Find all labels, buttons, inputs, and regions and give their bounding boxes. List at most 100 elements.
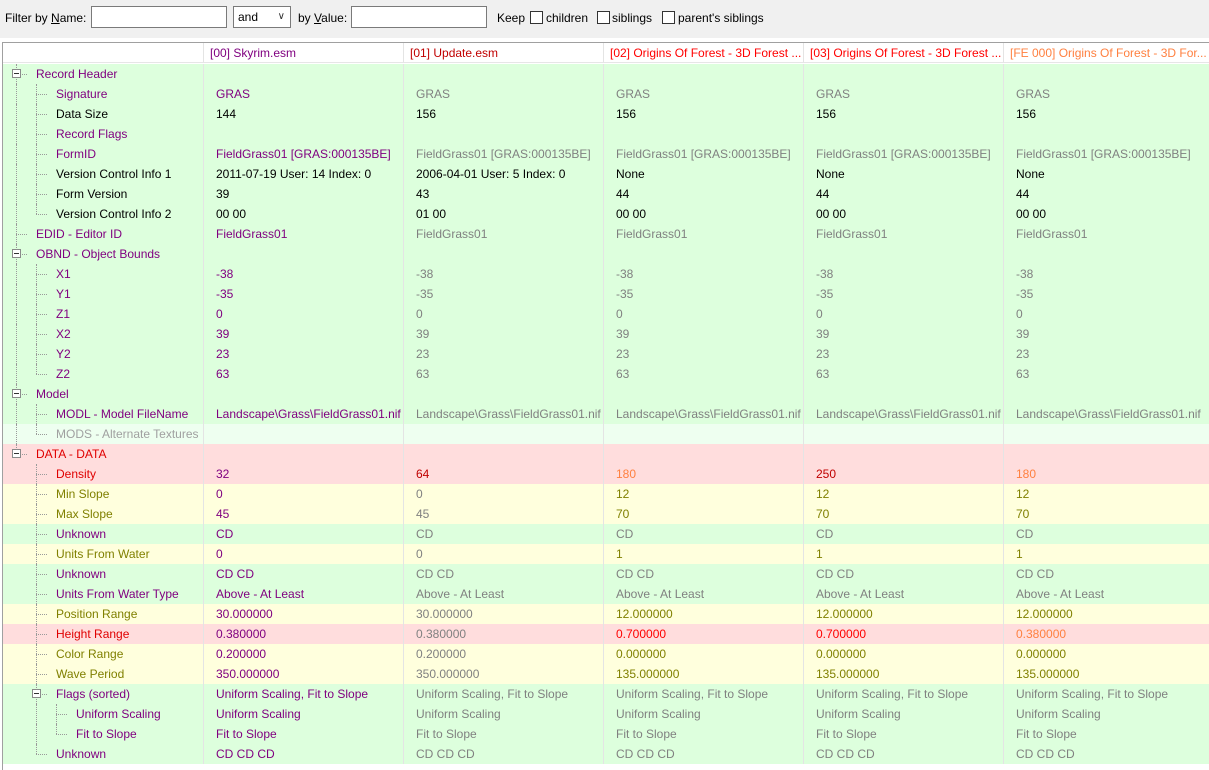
value-cell[interactable]: -35: [603, 284, 803, 304]
value-cell[interactable]: FieldGrass01 [GRAS:000135BE]: [403, 144, 603, 164]
value-cell[interactable]: 23: [1003, 344, 1209, 364]
value-cell[interactable]: 350.000000: [203, 664, 403, 684]
value-cell[interactable]: [803, 64, 1003, 84]
tree-row-data-size[interactable]: Data Size 144 156 156 156 156: [3, 104, 1209, 124]
value-cell[interactable]: [203, 244, 403, 264]
tree-cell[interactable]: Form Version: [3, 184, 203, 204]
value-cell[interactable]: [1003, 64, 1209, 84]
value-cell[interactable]: [803, 384, 1003, 404]
value-cell[interactable]: 0.700000: [603, 624, 803, 644]
value-cell[interactable]: 0.200000: [403, 644, 603, 664]
value-cell[interactable]: 0: [403, 544, 603, 564]
value-cell[interactable]: 2011-07-19 User: 14 Index: 0: [203, 164, 403, 184]
tree-row-units-from-water[interactable]: Units From Water 0 0 1 1 1: [3, 544, 1209, 564]
tree-row-model[interactable]: Model: [3, 384, 1209, 404]
value-cell[interactable]: 12.000000: [803, 604, 1003, 624]
value-cell[interactable]: FieldGrass01: [603, 224, 803, 244]
tree-row-height-range[interactable]: Height Range 0.380000 0.380000 0.700000 0.70…: [3, 624, 1209, 644]
collapse-toggle-icon[interactable]: [12, 69, 21, 78]
tree-row-record-header[interactable]: Record Header: [3, 64, 1209, 84]
tree-cell[interactable]: Density: [3, 464, 203, 484]
tree-cell[interactable]: Z2: [3, 364, 203, 384]
value-cell[interactable]: CD CD CD: [1003, 744, 1209, 764]
value-cell[interactable]: FieldGrass01: [1003, 224, 1209, 244]
tree-row-version-control-info-2[interactable]: Version Control Info 2 00 00 01 00 00 00 00 …: [3, 204, 1209, 224]
tree-cell[interactable]: DATA - DATA: [3, 444, 203, 464]
value-cell[interactable]: Fit to Slope: [603, 724, 803, 744]
value-cell[interactable]: 63: [1003, 364, 1209, 384]
value-cell[interactable]: None: [803, 164, 1003, 184]
value-cell[interactable]: -35: [803, 284, 1003, 304]
value-cell[interactable]: -35: [203, 284, 403, 304]
value-cell[interactable]: [1003, 444, 1209, 464]
value-cell[interactable]: [203, 124, 403, 144]
value-cell[interactable]: Fit to Slope: [1003, 724, 1209, 744]
value-cell[interactable]: Uniform Scaling: [203, 704, 403, 724]
value-cell[interactable]: 0: [803, 304, 1003, 324]
value-cell[interactable]: 63: [203, 364, 403, 384]
value-cell[interactable]: 0.380000: [203, 624, 403, 644]
value-cell[interactable]: [803, 124, 1003, 144]
value-cell[interactable]: 39: [203, 324, 403, 344]
value-cell[interactable]: 32: [203, 464, 403, 484]
tree-cell[interactable]: Units From Water Type: [3, 584, 203, 604]
value-cell[interactable]: 00 00: [803, 204, 1003, 224]
keep-siblings-label[interactable]: siblings: [612, 11, 652, 25]
value-cell[interactable]: 144: [203, 104, 403, 124]
value-cell[interactable]: 156: [1003, 104, 1209, 124]
value-cell[interactable]: 44: [803, 184, 1003, 204]
value-cell[interactable]: CD CD: [803, 564, 1003, 584]
value-cell[interactable]: 12: [603, 484, 803, 504]
value-cell[interactable]: 1: [603, 544, 803, 564]
tree-cell[interactable]: Z1: [3, 304, 203, 324]
value-cell[interactable]: 39: [403, 324, 603, 344]
column-header-origins-02[interactable]: [02] Origins Of Forest - 3D Forest ...: [603, 43, 803, 63]
value-cell[interactable]: 63: [803, 364, 1003, 384]
keep-children-label[interactable]: children: [546, 11, 588, 25]
tree-row-unknown[interactable]: Unknown CD CD CD CD CD CD CD CD CD CD: [3, 564, 1209, 584]
value-cell[interactable]: 350.000000: [403, 664, 603, 684]
filter-name-input[interactable]: [91, 6, 227, 28]
value-cell[interactable]: GRAS: [403, 84, 603, 104]
value-cell[interactable]: CD: [1003, 524, 1209, 544]
tree-cell[interactable]: Unknown: [3, 524, 203, 544]
value-cell[interactable]: 1: [1003, 544, 1209, 564]
value-cell[interactable]: 39: [1003, 324, 1209, 344]
tree-row-data-data[interactable]: DATA - DATA: [3, 444, 1209, 464]
value-cell[interactable]: 0.000000: [1003, 644, 1209, 664]
value-cell[interactable]: 0: [1003, 304, 1209, 324]
tree-cell[interactable]: Y2: [3, 344, 203, 364]
value-cell[interactable]: 0.700000: [803, 624, 1003, 644]
value-cell[interactable]: GRAS: [603, 84, 803, 104]
value-cell[interactable]: 63: [403, 364, 603, 384]
tree-cell[interactable]: FormID: [3, 144, 203, 164]
value-cell[interactable]: CD CD CD: [603, 744, 803, 764]
value-cell[interactable]: -35: [1003, 284, 1209, 304]
tree-row-z2[interactable]: Z2 63 63 63 63 63: [3, 364, 1209, 384]
value-cell[interactable]: CD CD: [203, 564, 403, 584]
tree-row-max-slope[interactable]: Max Slope 45 45 70 70 70: [3, 504, 1209, 524]
value-cell[interactable]: [603, 424, 803, 444]
value-cell[interactable]: Above - At Least: [603, 584, 803, 604]
tree-row-obnd-object-bounds[interactable]: OBND - Object Bounds: [3, 244, 1209, 264]
value-cell[interactable]: Landscape\Grass\FieldGrass01.nif: [203, 404, 403, 424]
tree-row-edid-editor-id[interactable]: EDID - Editor ID FieldGrass01 FieldGrass01…: [3, 224, 1209, 244]
value-cell[interactable]: [803, 424, 1003, 444]
collapse-toggle-icon[interactable]: [12, 449, 21, 458]
value-cell[interactable]: Uniform Scaling: [803, 704, 1003, 724]
value-cell[interactable]: Fit to Slope: [203, 724, 403, 744]
value-cell[interactable]: [603, 444, 803, 464]
column-header-skyrim[interactable]: [00] Skyrim.esm: [203, 43, 403, 63]
tree-cell[interactable]: Record Header: [3, 64, 203, 84]
value-cell[interactable]: 39: [803, 324, 1003, 344]
value-cell[interactable]: [403, 124, 603, 144]
tree-row-y1[interactable]: Y1 -35 -35 -35 -35 -35: [3, 284, 1209, 304]
value-cell[interactable]: [603, 384, 803, 404]
keep-parents-siblings-checkbox[interactable]: [662, 11, 675, 24]
value-cell[interactable]: 1: [803, 544, 1003, 564]
value-cell[interactable]: Landscape\Grass\FieldGrass01.nif: [403, 404, 603, 424]
value-cell[interactable]: [1003, 124, 1209, 144]
value-cell[interactable]: Fit to Slope: [403, 724, 603, 744]
tree-row-flags-sorted[interactable]: Flags (sorted) Uniform Scaling, Fit to Sl…: [3, 684, 1209, 704]
value-cell[interactable]: 64: [403, 464, 603, 484]
